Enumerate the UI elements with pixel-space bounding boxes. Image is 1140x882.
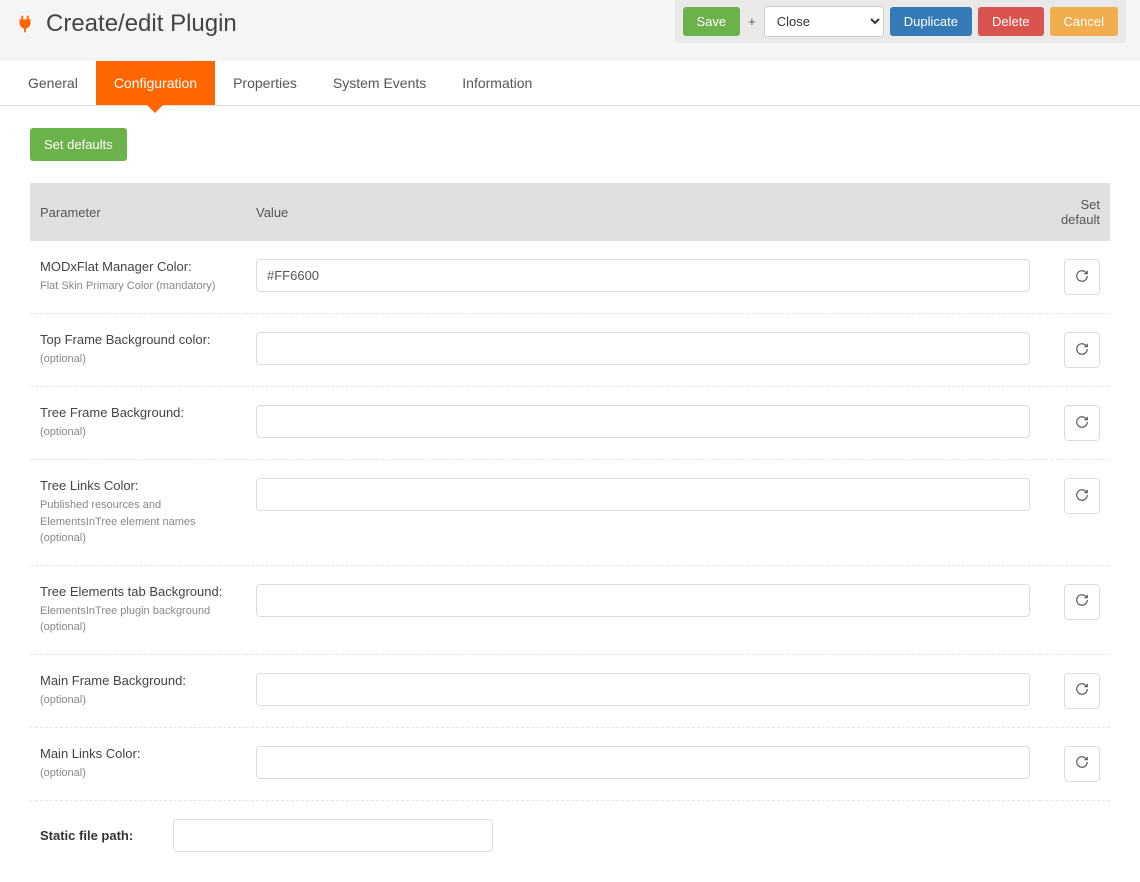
param-label: Tree Links Color: bbox=[40, 478, 236, 493]
tab-properties[interactable]: Properties bbox=[215, 61, 315, 105]
refresh-icon bbox=[1075, 415, 1089, 432]
reset-default-button[interactable] bbox=[1064, 746, 1100, 782]
value-cell bbox=[246, 241, 1040, 314]
table-row: Main Links Color: (optional) bbox=[30, 727, 1110, 800]
page-title: Create/edit Plugin bbox=[14, 10, 237, 38]
param-label: Main Links Color: bbox=[40, 746, 236, 761]
value-cell bbox=[246, 565, 1040, 654]
param-cell: Main Links Color: (optional) bbox=[30, 727, 246, 800]
param-cell: Tree Elements tab Background: ElementsInT… bbox=[30, 565, 246, 654]
value-cell bbox=[246, 314, 1040, 387]
default-cell bbox=[1040, 565, 1110, 654]
default-cell bbox=[1040, 727, 1110, 800]
static-file-input[interactable] bbox=[173, 819, 493, 852]
default-cell bbox=[1040, 241, 1110, 314]
config-table: Parameter Value Set default MODxFlat Man… bbox=[30, 183, 1110, 801]
plug-icon bbox=[14, 13, 36, 35]
reset-default-button[interactable] bbox=[1064, 478, 1100, 514]
value-input[interactable] bbox=[256, 405, 1030, 438]
default-cell bbox=[1040, 654, 1110, 727]
tab-system-events[interactable]: System Events bbox=[315, 61, 444, 105]
page-title-text: Create/edit Plugin bbox=[46, 10, 237, 38]
reset-default-button[interactable] bbox=[1064, 584, 1100, 620]
refresh-icon bbox=[1075, 755, 1089, 772]
default-cell bbox=[1040, 314, 1110, 387]
param-label: Tree Frame Background: bbox=[40, 405, 236, 420]
value-input[interactable] bbox=[256, 673, 1030, 706]
reset-default-button[interactable] bbox=[1064, 673, 1100, 709]
delete-button[interactable]: Delete bbox=[978, 7, 1044, 36]
param-help: ElementsInTree plugin background (option… bbox=[40, 603, 236, 636]
cancel-button[interactable]: Cancel bbox=[1050, 7, 1118, 36]
set-defaults-button[interactable]: Set defaults bbox=[30, 128, 127, 161]
header-actions: Save + Close Duplicate Delete Cancel bbox=[675, 0, 1126, 43]
reset-default-button[interactable] bbox=[1064, 259, 1100, 295]
tab-content-configuration: Set defaults Parameter Value Set default… bbox=[0, 106, 1140, 882]
param-cell: MODxFlat Manager Color: Flat Skin Primary… bbox=[30, 241, 246, 314]
value-cell bbox=[246, 460, 1040, 566]
reset-default-button[interactable] bbox=[1064, 405, 1100, 441]
static-file-row: Static file path: bbox=[40, 819, 1100, 852]
col-header-set-default: Set default bbox=[1040, 183, 1110, 241]
col-header-parameter: Parameter bbox=[30, 183, 246, 241]
param-help: Flat Skin Primary Color (mandatory) bbox=[40, 278, 236, 295]
tab-general[interactable]: General bbox=[10, 61, 96, 105]
value-cell bbox=[246, 654, 1040, 727]
value-input[interactable] bbox=[256, 584, 1030, 617]
table-row: Top Frame Background color: (optional) bbox=[30, 314, 1110, 387]
close-select[interactable]: Close bbox=[764, 6, 884, 37]
refresh-icon bbox=[1075, 593, 1089, 610]
param-cell: Top Frame Background color: (optional) bbox=[30, 314, 246, 387]
param-help: (optional) bbox=[40, 424, 236, 441]
param-label: Tree Elements tab Background: bbox=[40, 584, 236, 599]
static-file-label: Static file path: bbox=[40, 828, 133, 843]
value-input[interactable] bbox=[256, 478, 1030, 511]
refresh-icon bbox=[1075, 342, 1089, 359]
col-header-value: Value bbox=[246, 183, 1040, 241]
save-button[interactable]: Save bbox=[683, 7, 741, 36]
param-help: (optional) bbox=[40, 692, 236, 709]
param-help: Published resources and ElementsInTree e… bbox=[40, 497, 236, 547]
tab-information[interactable]: Information bbox=[444, 61, 550, 105]
default-cell bbox=[1040, 460, 1110, 566]
plus-separator: + bbox=[746, 14, 758, 29]
value-input[interactable] bbox=[256, 746, 1030, 779]
refresh-icon bbox=[1075, 682, 1089, 699]
param-cell: Main Frame Background: (optional) bbox=[30, 654, 246, 727]
refresh-icon bbox=[1075, 488, 1089, 505]
param-help: (optional) bbox=[40, 765, 236, 782]
table-row: MODxFlat Manager Color: Flat Skin Primary… bbox=[30, 241, 1110, 314]
table-row: Tree Elements tab Background: ElementsInT… bbox=[30, 565, 1110, 654]
duplicate-button[interactable]: Duplicate bbox=[890, 7, 972, 36]
reset-default-button[interactable] bbox=[1064, 332, 1100, 368]
value-input[interactable] bbox=[256, 332, 1030, 365]
tab-configuration[interactable]: Configuration bbox=[96, 61, 215, 105]
table-row: Tree Frame Background: (optional) bbox=[30, 387, 1110, 460]
param-label: Main Frame Background: bbox=[40, 673, 236, 688]
value-cell bbox=[246, 727, 1040, 800]
table-row: Main Frame Background: (optional) bbox=[30, 654, 1110, 727]
param-label: Top Frame Background color: bbox=[40, 332, 236, 347]
refresh-icon bbox=[1075, 269, 1089, 286]
tab-bar: General Configuration Properties System … bbox=[0, 61, 1140, 106]
param-cell: Tree Links Color: Published resources and… bbox=[30, 460, 246, 566]
param-help: (optional) bbox=[40, 351, 236, 368]
value-cell bbox=[246, 387, 1040, 460]
param-cell: Tree Frame Background: (optional) bbox=[30, 387, 246, 460]
page-header: Create/edit Plugin Save + Close Duplicat… bbox=[0, 0, 1140, 61]
value-input[interactable] bbox=[256, 259, 1030, 292]
param-label: MODxFlat Manager Color: bbox=[40, 259, 236, 274]
table-row: Tree Links Color: Published resources and… bbox=[30, 460, 1110, 566]
default-cell bbox=[1040, 387, 1110, 460]
